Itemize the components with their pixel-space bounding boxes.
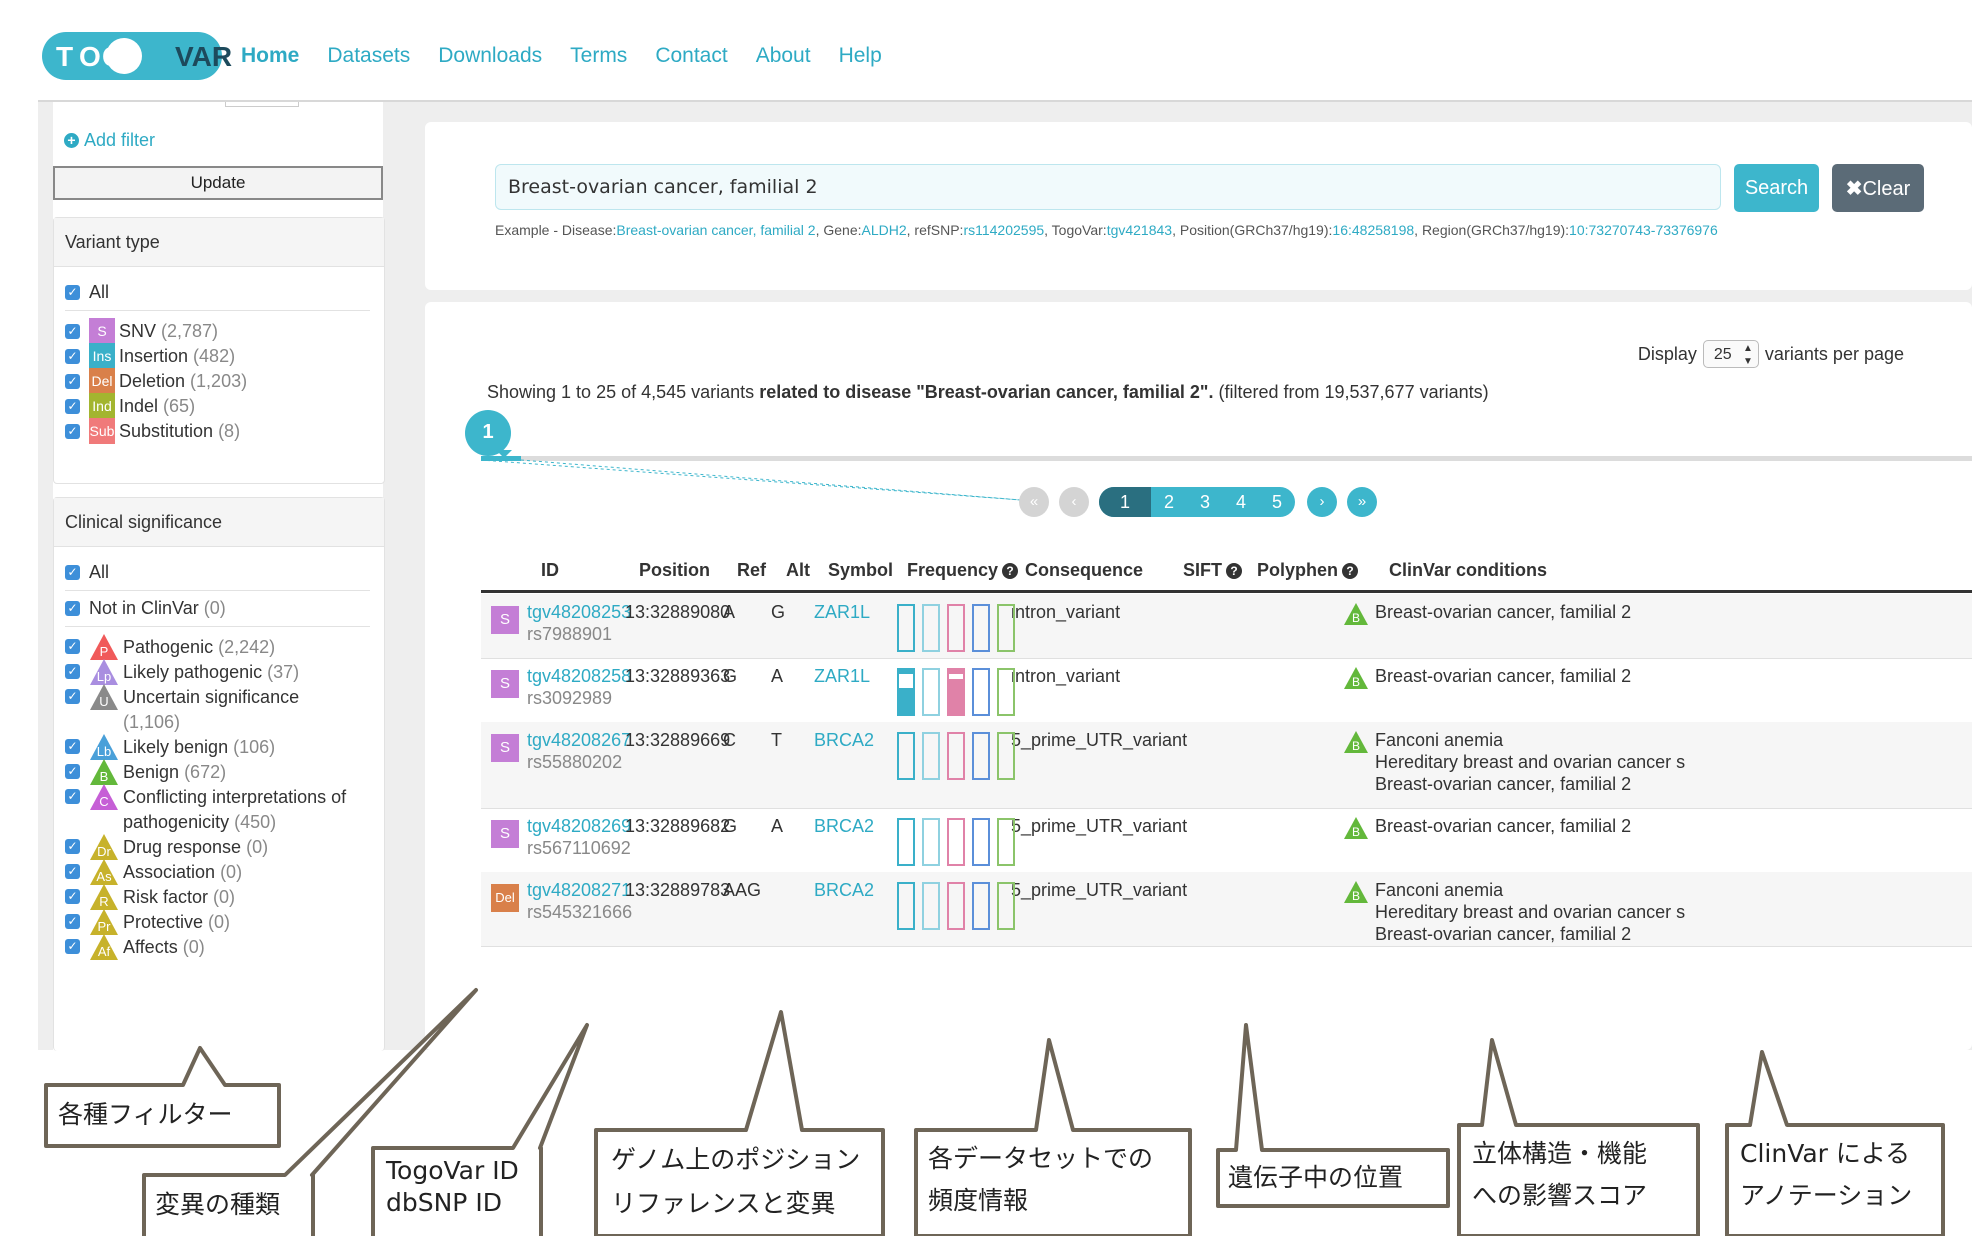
annotation-callouts — [44, 988, 1945, 1236]
annotation-filters: 各種フィルター — [58, 1100, 233, 1129]
annotation-consequence: 遺伝子中の位置 — [1228, 1163, 1404, 1192]
annotation-variant-type: 変異の種類 — [155, 1190, 281, 1219]
annotation-position: ゲノム上のポジション リファレンスと変異 — [611, 1145, 861, 1218]
annotation-scores: 立体構造・機能 への影響スコア — [1472, 1139, 1648, 1210]
annotation-frequency: 各データセットでの 頻度情報 — [928, 1144, 1154, 1215]
annotation-ids: TogoVar ID dbSNP ID — [386, 1156, 519, 1217]
annotation-clinvar: ClinVar による アノテーション — [1740, 1139, 1913, 1210]
